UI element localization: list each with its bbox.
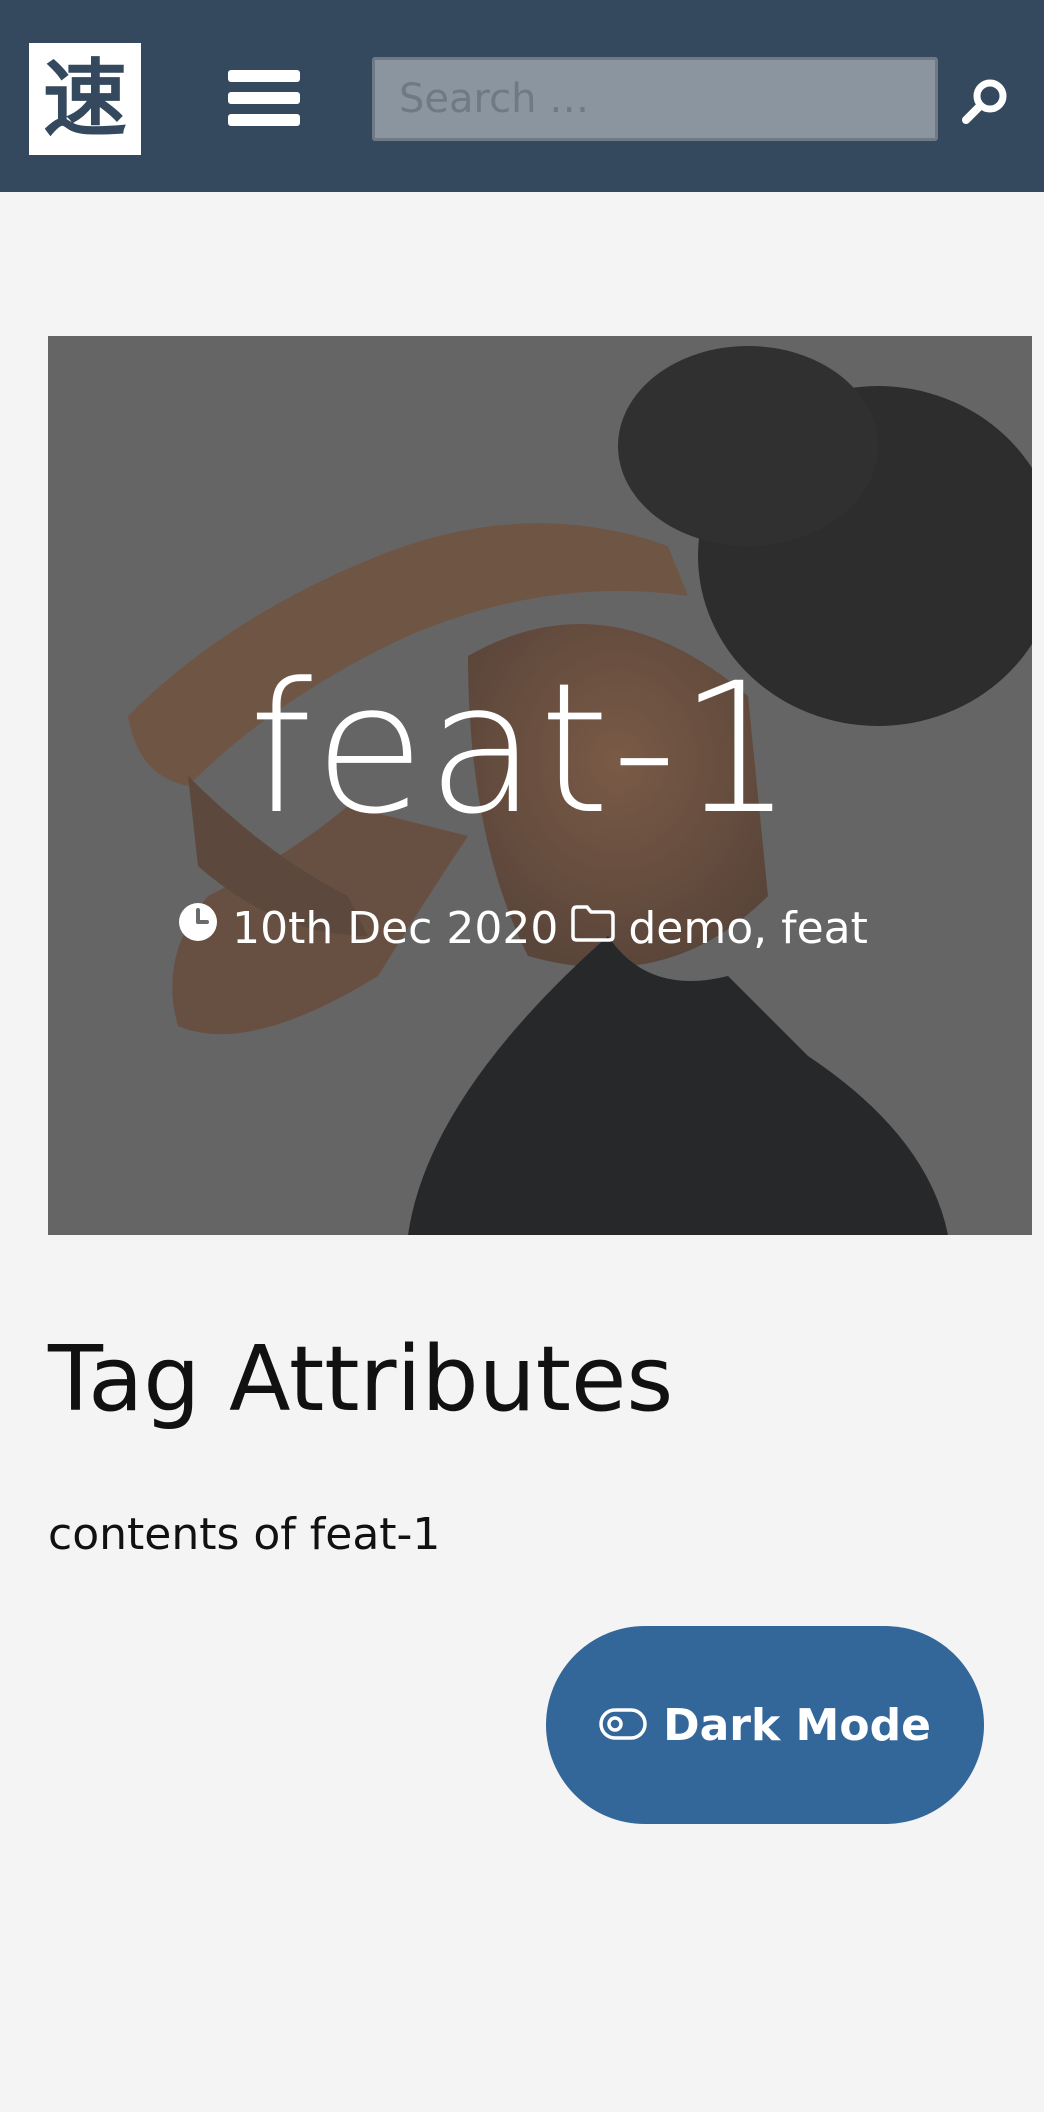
- dark-mode-button[interactable]: Dark Mode: [546, 1626, 984, 1824]
- dark-mode-label: Dark Mode: [663, 1699, 931, 1751]
- search-icon[interactable]: [958, 72, 1014, 128]
- tag-link-feat[interactable]: feat: [781, 903, 868, 954]
- post-content: contents of feat-1: [48, 1509, 441, 1560]
- top-navbar: 速: [0, 0, 1044, 192]
- folder-icon: [570, 901, 616, 957]
- clock-icon: [176, 900, 220, 958]
- post-date: 10th Dec 2020: [232, 903, 559, 954]
- tag-separator: ,: [753, 903, 768, 954]
- hamburger-menu-icon[interactable]: [228, 70, 300, 126]
- tag-link-demo[interactable]: demo: [628, 903, 753, 954]
- post-meta: 10th Dec 2020 demo, feat: [0, 900, 1044, 958]
- site-logo[interactable]: 速: [29, 43, 141, 155]
- post-heading: Tag Attributes: [48, 1327, 674, 1432]
- search-input[interactable]: [372, 57, 938, 141]
- post-title: feat-1: [248, 645, 796, 854]
- toggle-icon: [599, 1700, 647, 1751]
